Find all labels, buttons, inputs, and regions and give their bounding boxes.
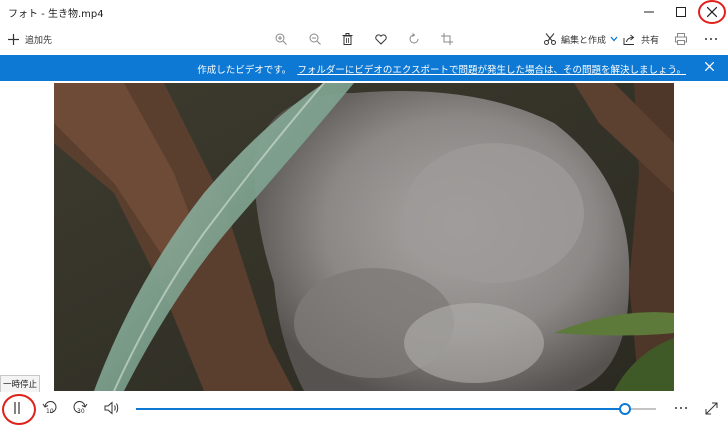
window-title: フォト - 生き物.mp4 <box>8 9 104 20</box>
print-icon <box>675 33 687 45</box>
video-frame[interactable] <box>54 83 674 391</box>
heart-icon <box>375 33 387 45</box>
chevron-down-icon <box>610 36 618 42</box>
add-to-label: 追加先 <box>25 35 53 46</box>
more-icon <box>705 38 717 40</box>
zoom-out-icon <box>309 33 321 45</box>
speaker-icon <box>104 401 119 415</box>
pause-tooltip: 一時停止 <box>0 375 40 393</box>
maximize-icon <box>676 7 686 17</box>
rotate-icon <box>409 33 419 44</box>
banner-message: 作成したビデオです。 <box>197 65 292 76</box>
share-icon <box>623 34 635 45</box>
playback-controls: 10 30 <box>0 392 728 425</box>
close-icon <box>704 61 715 72</box>
expand-icon <box>705 402 717 414</box>
fullscreen-button[interactable] <box>701 398 721 418</box>
crop-button[interactable] <box>441 24 453 54</box>
banner-close-button[interactable] <box>704 60 715 75</box>
zoom-in-button[interactable] <box>275 24 287 54</box>
minimize-icon <box>644 11 654 13</box>
print-button[interactable] <box>675 24 687 54</box>
maximize-button[interactable] <box>665 0 697 24</box>
favorite-button[interactable] <box>375 24 387 54</box>
share-label: 共有 <box>641 35 660 46</box>
seek-track[interactable] <box>136 403 656 415</box>
edit-create-button[interactable]: 編集と作成 <box>544 24 618 54</box>
more-icon <box>675 407 687 409</box>
add-to-button[interactable]: 追加先 <box>8 24 52 54</box>
rewind-button[interactable]: 10 <box>40 398 60 418</box>
banner-link[interactable]: フォルダーにビデオのエクスポートで問題が発生した場合は、その問題を解決しましょう… <box>297 65 686 76</box>
koala-video-image <box>54 83 674 391</box>
video-viewer <box>0 81 728 391</box>
volume-button[interactable] <box>102 398 122 418</box>
plus-icon <box>8 33 19 45</box>
banner-text: 作成したビデオです。 フォルダーにビデオのエクスポートで問題が発生した場合は、そ… <box>197 62 686 76</box>
seek-progress <box>136 408 625 410</box>
more-options-button[interactable] <box>704 24 718 54</box>
forward-button[interactable]: 30 <box>70 398 90 418</box>
seek-thumb[interactable] <box>618 403 631 415</box>
highlight-ring-close <box>698 0 726 24</box>
minimize-button[interactable] <box>633 0 665 24</box>
edit-create-label: 編集と作成 <box>561 35 607 46</box>
title-bar: フォト - 生き物.mp4 <box>0 0 728 24</box>
more-controls-button[interactable] <box>671 398 691 418</box>
highlight-ring-pause <box>2 394 36 425</box>
forward-seconds: 30 <box>77 408 85 415</box>
rotate-button[interactable] <box>408 24 420 54</box>
crop-icon <box>441 33 453 45</box>
toolbar: 追加先 編集と作成 共有 <box>0 24 728 54</box>
zoom-out-button[interactable] <box>309 24 321 54</box>
delete-button[interactable] <box>342 24 353 54</box>
rewind-seconds: 10 <box>46 408 54 415</box>
scissors-icon <box>544 33 556 45</box>
notification-banner: 作成したビデオです。 フォルダーにビデオのエクスポートで問題が発生した場合は、そ… <box>0 55 728 81</box>
zoom-in-icon <box>275 33 287 45</box>
share-button[interactable]: 共有 <box>623 24 659 54</box>
trash-icon <box>342 33 353 45</box>
